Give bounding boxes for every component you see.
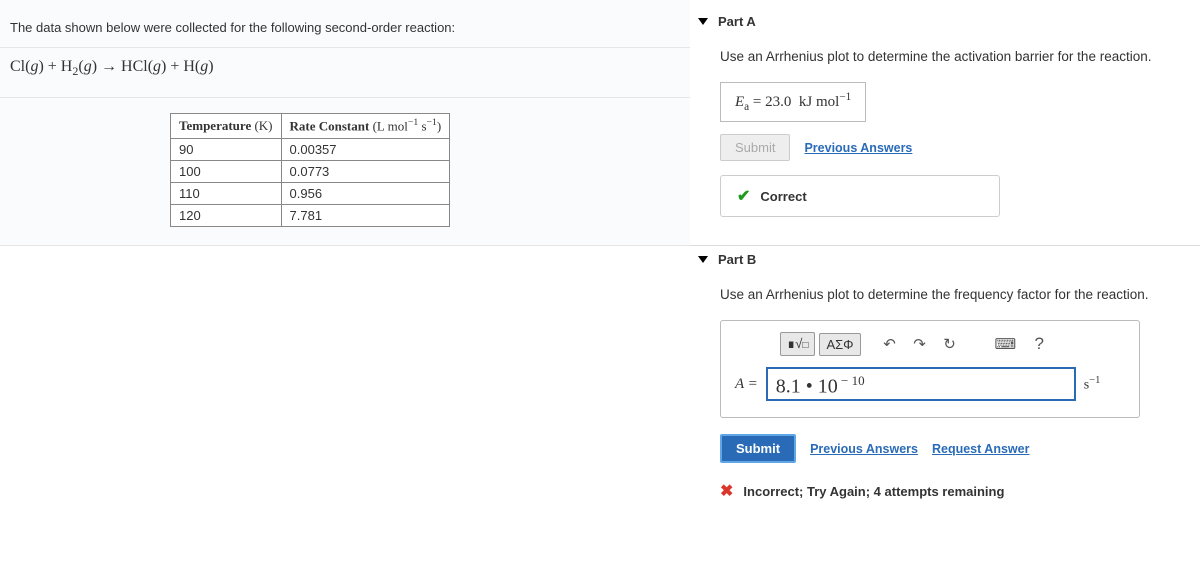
col-header-rate: Rate Constant (L mol−1 s−1) [281,114,450,138]
previous-answers-link-a[interactable]: Previous Answers [804,141,912,155]
reset-icon[interactable]: ↻ [937,332,963,356]
submit-button-a: Submit [720,134,790,161]
request-answer-link[interactable]: Request Answer [932,442,1029,456]
table-row: 1000.0773 [171,160,450,182]
variable-label: A = [735,376,758,393]
part-a-prompt: Use an Arrhenius plot to determine the a… [720,49,1170,64]
table-row: 1207.781 [171,204,450,226]
answer-input[interactable]: 8.1 • 10 − 10 [766,367,1076,401]
submit-button-b[interactable]: Submit [720,434,796,463]
check-icon: ✔ [737,186,750,206]
feedback-incorrect: ✖ Incorrect; Try Again; 4 attempts remai… [720,477,1170,505]
caret-down-icon [698,18,708,25]
feedback-correct: ✔ Correct [720,175,1000,217]
problem-statement: The data shown below were collected for … [0,0,690,48]
cross-icon: ✖ [720,481,733,501]
formula-toolbar: ∎√□ ΑΣΦ ↶ ↷ ↻ ⌨ ? [780,331,1125,357]
part-b-header[interactable]: Part B [690,246,1200,277]
answer-box: ∎√□ ΑΣΦ ↶ ↷ ↻ ⌨ ? A = 8.1 • 10 − 10 s−1 [720,320,1140,418]
templates-button[interactable]: ∎√□ [780,332,815,356]
keyboard-icon[interactable]: ⌨ [989,332,1023,356]
undo-icon[interactable]: ↶ [877,332,903,356]
unit-label: s−1 [1084,375,1101,394]
data-table: Temperature (K) Rate Constant (L mol−1 s… [170,113,450,226]
part-a-header[interactable]: Part A [690,8,1200,39]
redo-icon[interactable]: ↷ [907,332,933,356]
previous-answers-link-b[interactable]: Previous Answers [810,442,918,456]
part-a-title: Part A [718,14,756,29]
greek-button[interactable]: ΑΣΦ [819,333,860,356]
table-row: 900.00357 [171,138,450,160]
table-row: 1100.956 [171,182,450,204]
part-b-title: Part B [718,252,756,267]
col-header-temp: Temperature (K) [171,114,282,138]
part-b-prompt: Use an Arrhenius plot to determine the f… [720,287,1170,302]
help-icon[interactable]: ? [1026,331,1052,357]
part-a-answer: Ea = 23.0 kJ mol−1 [720,82,866,122]
caret-down-icon [698,256,708,263]
reaction-equation: Cl(g) + H2(g) → HCl(g) + H(g) [0,48,690,98]
